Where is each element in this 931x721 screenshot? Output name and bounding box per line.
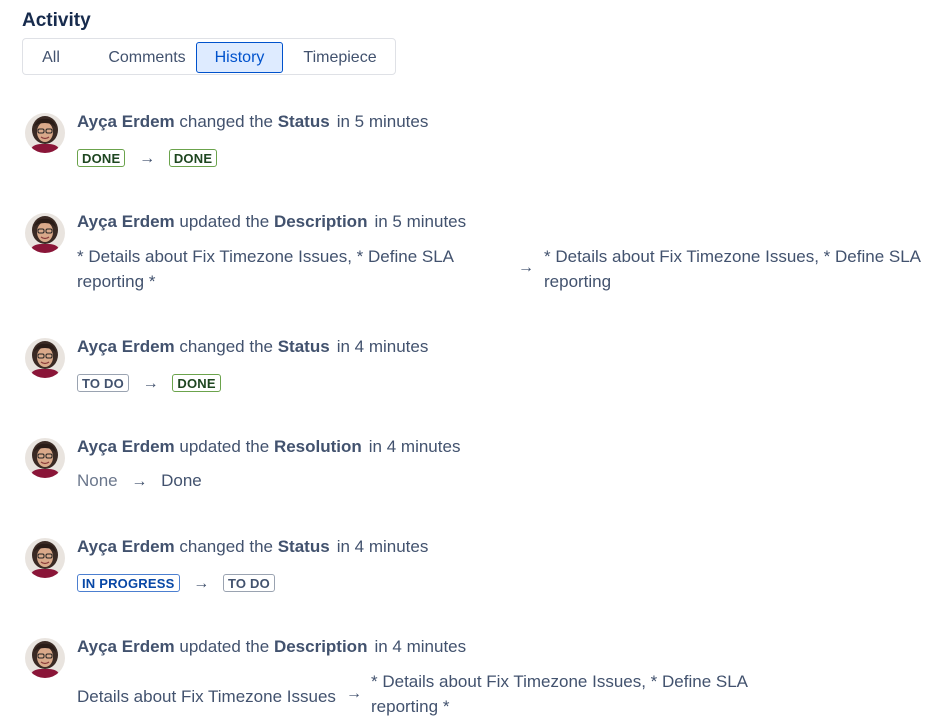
description-from-line: * Details about Fix Timezone Issues, * D… [77, 247, 455, 266]
user-avatar[interactable] [25, 538, 65, 578]
change-row: None → Done [77, 471, 202, 491]
arrow-icon: → [518, 259, 534, 276]
entry-time: in 4 minutes [336, 337, 429, 356]
change-row: IN PROGRESS → TO DO [77, 573, 275, 593]
entry-header: Ayça Erdem updated the Description in 4 m… [77, 637, 466, 657]
entry-header: Ayça Erdem updated the Resolution in 4 mi… [77, 437, 460, 457]
entry-time: in 4 minutes [336, 537, 429, 556]
description-from-line: reporting * [77, 272, 156, 291]
entry-action: changed the [179, 337, 273, 356]
entry-action: changed the [179, 112, 273, 131]
description-to: * Details about Fix Timezone Issues, * D… [544, 244, 929, 294]
entry-field: Status [277, 337, 330, 356]
entry-time: in 4 minutes [374, 637, 467, 656]
description-to-line: * Details about Fix Timezone Issues, * D… [544, 247, 922, 266]
entry-field: Description [273, 212, 368, 231]
entry-time: in 5 minutes [374, 212, 467, 231]
entry-field: Resolution [273, 437, 362, 456]
entry-time: in 4 minutes [368, 437, 461, 456]
status-from-lozenge: DONE [77, 149, 126, 167]
user-name[interactable]: Ayça Erdem [77, 637, 175, 656]
description-from: Details about Fix Timezone Issues [77, 684, 347, 709]
arrow-icon: → [142, 375, 159, 392]
user-avatar[interactable] [25, 638, 65, 678]
user-name[interactable]: Ayça Erdem [77, 337, 175, 356]
description-from-line: Details about Fix Timezone Issues [77, 687, 336, 706]
entry-field: Status [277, 112, 330, 131]
entry-field: Description [273, 637, 368, 656]
user-name[interactable]: Ayça Erdem [77, 112, 175, 131]
arrow-icon: → [193, 575, 210, 592]
user-name[interactable]: Ayça Erdem [77, 212, 175, 231]
activity-title: Activity [22, 10, 91, 31]
activity-tabs: All Comments History Timepiece [22, 38, 396, 75]
description-to: * Details about Fix Timezone Issues, * D… [371, 669, 761, 719]
entry-header: Ayça Erdem changed the Status in 5 minute… [77, 112, 428, 132]
description-from: * Details about Fix Timezone Issues, * D… [77, 244, 497, 294]
arrow-icon: → [131, 473, 148, 490]
status-from-lozenge: TO DO [77, 374, 129, 392]
resolution-to: Done [161, 471, 202, 490]
status-to-lozenge: DONE [168, 149, 218, 167]
entry-header: Ayça Erdem updated the Description in 5 m… [77, 212, 466, 232]
entry-header: Ayça Erdem changed the Status in 4 minute… [77, 337, 428, 357]
user-name[interactable]: Ayça Erdem [77, 537, 175, 556]
user-avatar[interactable] [25, 338, 65, 378]
status-from-lozenge: IN PROGRESS [77, 574, 180, 592]
entry-field: Status [277, 537, 330, 556]
entry-action: updated the [179, 637, 270, 656]
tab-history[interactable]: History [196, 42, 283, 73]
tab-timepiece[interactable]: Timepiece [293, 42, 387, 73]
tab-all[interactable]: All [33, 42, 69, 73]
entry-action: updated the [179, 437, 270, 456]
user-avatar[interactable] [25, 438, 65, 478]
user-avatar[interactable] [25, 213, 65, 253]
entry-time: in 5 minutes [336, 112, 429, 131]
description-to-line: * Details about Fix Timezone Issues, * D… [371, 672, 749, 691]
description-to-line: reporting [544, 272, 612, 291]
change-row: DONE → DONE [77, 148, 218, 168]
entry-header: Ayça Erdem changed the Status in 4 minute… [77, 537, 428, 557]
tab-comments[interactable]: Comments [89, 42, 205, 73]
status-to-lozenge: TO DO [222, 574, 275, 592]
arrow-icon: → [346, 685, 362, 702]
resolution-from: None [77, 471, 118, 490]
user-name[interactable]: Ayça Erdem [77, 437, 175, 456]
entry-action: changed the [179, 537, 273, 556]
user-avatar[interactable] [25, 113, 65, 153]
change-row: TO DO → DONE [77, 373, 221, 393]
status-to-lozenge: DONE [172, 374, 221, 392]
description-to-line: reporting * [371, 697, 450, 716]
entry-action: updated the [179, 212, 270, 231]
arrow-icon: → [139, 150, 156, 167]
